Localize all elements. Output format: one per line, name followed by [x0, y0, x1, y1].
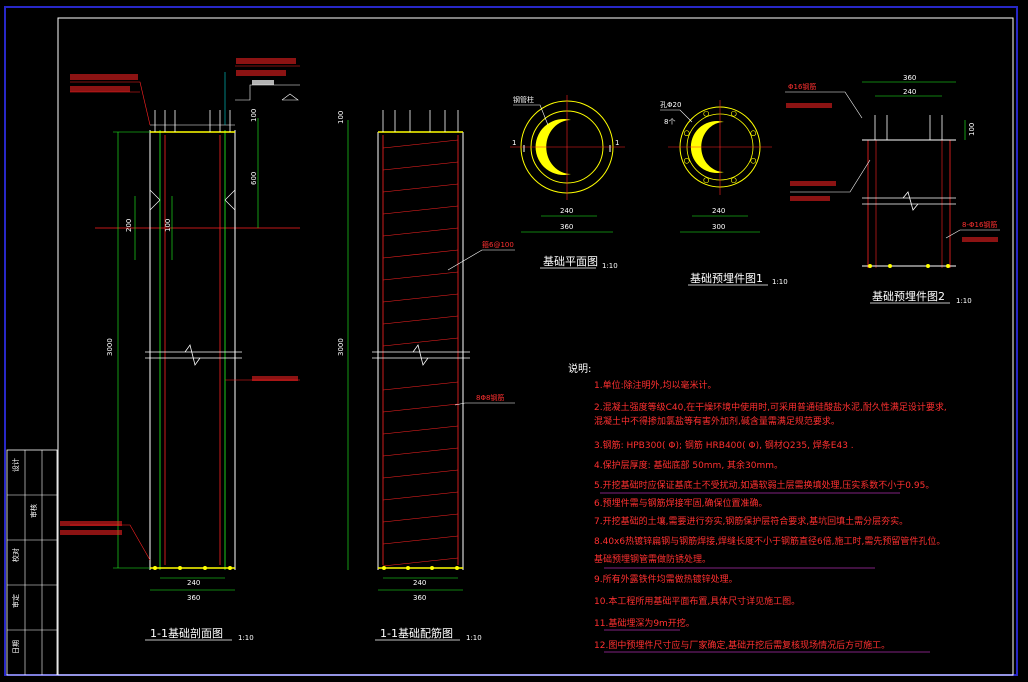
title-block-cell-2: 审核: [29, 504, 38, 518]
plan-callout: 钢管柱: [513, 95, 534, 104]
embed2-callout-bolt: Φ16钢筋: [788, 82, 816, 91]
section-dim-mid: 600: [250, 172, 258, 185]
plan-dim-outer: 360: [560, 223, 573, 231]
note-10: 10.本工程所用基础平面布置,具体尺寸详见施工图。: [594, 595, 800, 607]
embed1-title: 基础预埋件图1: [690, 272, 763, 285]
title-block-cell-5: 日期: [12, 640, 20, 654]
note-2b: 混凝土中不得掺加氯盐等有害外加剂,碱含量需满足规范要求。: [594, 415, 840, 427]
embed1-scale: 1:10: [772, 278, 788, 286]
reinf-callout-stirrup: 箍6@100: [482, 240, 514, 249]
embed2-scale: 1:10: [956, 297, 972, 305]
embed1-dim-outer: 300: [712, 223, 725, 231]
note-6: 6.预埋件需与钢筋焊接牢固,确保位置准确。: [594, 497, 767, 509]
section-dim-inner: 240: [187, 579, 200, 587]
embed1-callout-bolt: 孔Φ20: [660, 101, 681, 109]
title-block-cell-4: 审定: [11, 594, 20, 608]
section-dim-top: 100: [250, 109, 258, 122]
plan-dim-inner: 240: [560, 207, 573, 215]
embed2-dim-top-inner: 240: [903, 88, 916, 96]
embed2-title: 基础预埋件图2: [872, 290, 945, 303]
section-dim-left-a: 200: [125, 219, 133, 232]
section-1-1-scale: 1:10: [238, 634, 254, 642]
note-1: 1.单位:除注明外,均以毫米计。: [594, 379, 716, 391]
note-8: 8.40x6热镀锌扁钢与钢筋焊接,焊缝长度不小于钢筋直径6倍,施工时,需先预留管…: [594, 535, 945, 547]
plan-title: 基础平面图: [543, 255, 598, 268]
notes-heading: 说明:: [568, 362, 591, 375]
note-8b: 基础预埋钢管需做防锈处理。: [594, 553, 711, 565]
note-11: 11.基础埋深为9m开挖。: [594, 617, 695, 629]
reinforcement-1-1-title: 1-1基础配筋图: [380, 626, 453, 640]
section-dim-left-b: 100: [164, 219, 172, 232]
embed2-dim-right: 100: [968, 123, 976, 136]
embed1-callout-count: 8个: [664, 118, 675, 126]
reinf-callout-main: 8Φ8钢筋: [476, 393, 504, 402]
note-2: 2.混凝土强度等级C40,在干燥环境中使用时,可采用普通硅酸盐水泥,耐久性满足设…: [594, 401, 947, 413]
cad-drawing-canvas: 设计 审核 校对 审定 日期 3000 200 100 600 100 240 …: [0, 0, 1028, 682]
section-dim-height: 3000: [106, 338, 114, 356]
note-3: 3.钢筋: HPB300( Φ); 钢筋 HRB400( Φ), 钢材Q235,…: [594, 439, 854, 451]
plan-mark-left: 1: [512, 139, 516, 147]
title-block-cell-3: 校对: [11, 548, 20, 562]
plan-mark-right: 1: [615, 139, 619, 147]
note-7: 7.开挖基础的土壤,需要进行夯实,钢筋保护层符合要求,基坑回填土需分层夯实。: [594, 515, 908, 527]
embed1-dim-inner: 240: [712, 207, 725, 215]
reinf-dim-outer: 360: [413, 594, 426, 602]
plan-scale: 1:10: [602, 262, 618, 270]
note-12: 12.图中预埋件尺寸应与厂家确定,基础开挖后需复核现场情况后方可施工。: [594, 639, 890, 651]
reinforcement-1-1-scale: 1:10: [466, 634, 482, 642]
reinf-dim-top: 100: [337, 111, 345, 124]
note-5: 5.开挖基础时应保证基底土不受扰动,如遇软弱土层需换填处理,压实系数不小于0.9…: [594, 479, 934, 491]
title-block-cell-1: 设计: [11, 458, 20, 472]
note-9: 9.所有外露铁件均需做热镀锌处理。: [594, 573, 738, 585]
section-dim-outer: 360: [187, 594, 200, 602]
section-1-1-title: 1-1基础剖面图: [150, 626, 223, 640]
embed2-dim-top-outer: 360: [903, 74, 916, 82]
reinf-dim-inner: 240: [413, 579, 426, 587]
reinf-dim-height: 3000: [337, 338, 345, 356]
note-4: 4.保护层厚度: 基础底部 50mm, 其余30mm。: [594, 459, 783, 471]
embed2-callout-side: 8-Φ16钢筋: [962, 220, 997, 229]
